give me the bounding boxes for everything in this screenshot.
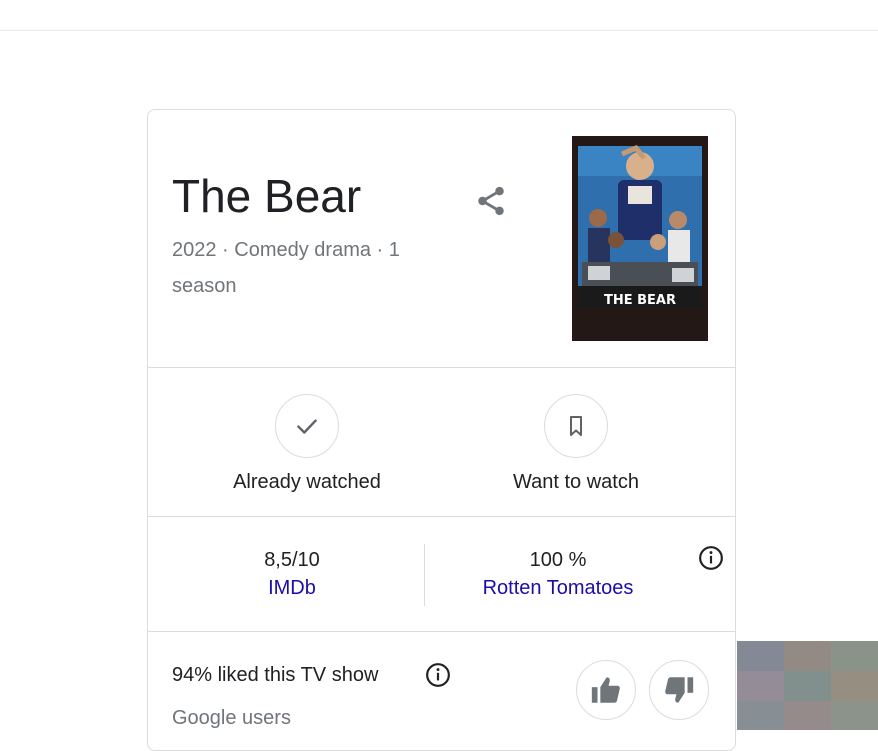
- check-icon: [297, 419, 317, 434]
- divider: [148, 367, 735, 368]
- thumbs-down-icon: [665, 677, 694, 703]
- info-icon: [426, 663, 450, 687]
- already-watched-button[interactable]: Already watched: [187, 394, 427, 496]
- audience-source: Google users: [172, 707, 291, 729]
- thumbs-up-button[interactable]: [576, 660, 636, 720]
- ratings-info-button[interactable]: [698, 545, 724, 571]
- rotten-tomatoes-rating-value: 100 %: [529, 549, 587, 571]
- show-subtitle: 2022 · Comedy drama · 1 season: [172, 239, 400, 297]
- already-watched-circle[interactable]: [275, 394, 339, 458]
- liked-info-button[interactable]: [424, 661, 452, 689]
- audience-liked-text: 94% liked this TV show: [172, 664, 379, 686]
- share-button[interactable]: [466, 176, 516, 226]
- divider: [148, 516, 735, 517]
- show-poster[interactable]: THE BEAR: [572, 136, 708, 341]
- info-icon: [699, 546, 723, 570]
- knowledge-panel-card: The Bear 2022 · Comedy drama · 1 season: [147, 109, 736, 751]
- noise-overlay: [737, 641, 878, 730]
- rotten-tomatoes-rating: 100 % Rotten Tomatoes: [438, 546, 678, 602]
- top-bar: [0, 0, 878, 31]
- want-to-watch-circle[interactable]: [544, 394, 608, 458]
- imdb-rating-value: 8,5/10: [264, 549, 320, 571]
- thumbs-down-button[interactable]: [649, 660, 709, 720]
- want-to-watch-button[interactable]: Want to watch: [456, 394, 696, 496]
- bookmark-icon: [570, 416, 582, 436]
- imdb-rating: 8,5/10 IMDb: [172, 546, 412, 602]
- divider: [148, 631, 735, 632]
- imdb-link[interactable]: IMDb: [268, 574, 316, 602]
- want-to-watch-label: Want to watch: [513, 471, 639, 493]
- show-title: The Bear: [172, 170, 362, 222]
- share-icon: [478, 186, 504, 216]
- thumbs-up-icon: [591, 677, 620, 703]
- panel-header: The Bear 2022 · Comedy drama · 1 season: [148, 110, 735, 367]
- rating-separator: [424, 544, 425, 606]
- already-watched-label: Already watched: [233, 471, 381, 493]
- rotten-tomatoes-link[interactable]: Rotten Tomatoes: [483, 574, 634, 602]
- poster-caption: THE BEAR: [604, 293, 676, 308]
